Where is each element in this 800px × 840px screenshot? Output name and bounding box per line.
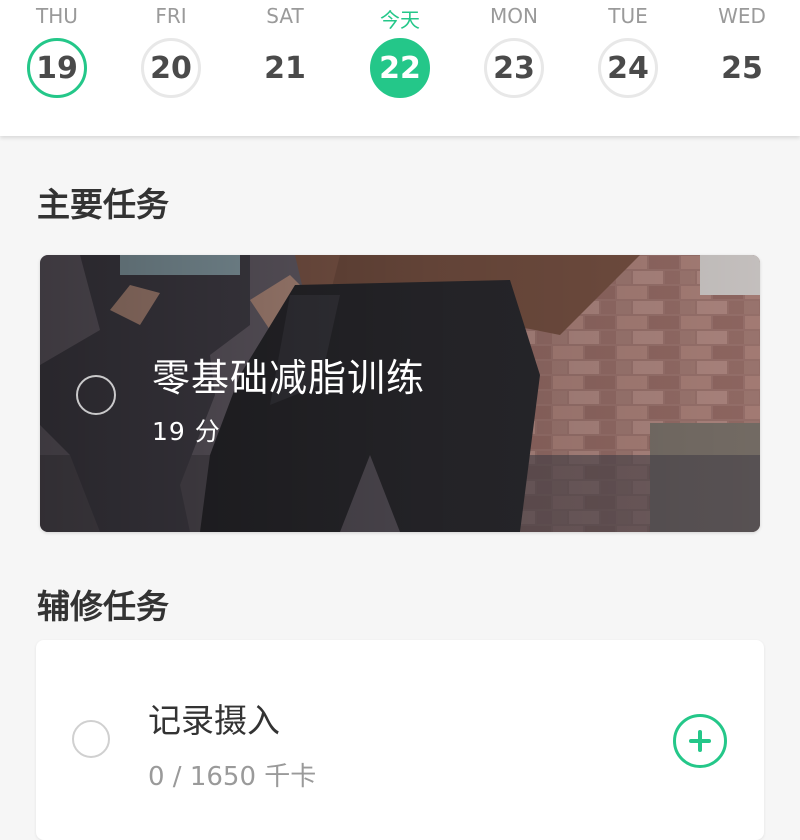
day-date: 19 xyxy=(27,38,87,98)
week-date-strip: THU 19 FRI 20 SAT 21 今天 22 MON 23 TUE 24… xyxy=(0,0,800,136)
sub-task-progress: 0 / 1650 千卡 xyxy=(148,762,317,792)
main-task-card[interactable]: 零基础减脂训练 19 分 xyxy=(40,255,760,532)
day-fri[interactable]: FRI 20 xyxy=(121,0,221,136)
day-label: 今天 xyxy=(380,8,420,32)
main-section-title: 主要任务 xyxy=(37,185,169,224)
circle-check-icon[interactable] xyxy=(76,375,116,415)
day-date: 20 xyxy=(141,38,201,98)
day-date: 22 xyxy=(370,38,430,98)
plus-circle-icon[interactable] xyxy=(673,714,727,768)
day-sat[interactable]: SAT 21 xyxy=(235,0,335,136)
day-wed[interactable]: WED 25 xyxy=(692,0,792,136)
sub-task-card[interactable]: 记录摄入 0 / 1650 千卡 xyxy=(36,640,764,840)
day-thu[interactable]: THU 19 xyxy=(7,0,107,136)
day-mon[interactable]: MON 23 xyxy=(464,0,564,136)
day-date: 25 xyxy=(721,50,763,86)
day-label: TUE xyxy=(608,4,648,28)
day-label: MON xyxy=(490,4,538,28)
main-task-duration: 19 分 xyxy=(152,417,221,446)
day-today[interactable]: 今天 22 xyxy=(350,0,450,136)
day-label: THU xyxy=(36,4,78,28)
day-label: FRI xyxy=(155,4,187,28)
circle-check-icon[interactable] xyxy=(72,720,110,758)
sub-section-title: 辅修任务 xyxy=(37,587,169,626)
day-date: 24 xyxy=(598,38,658,98)
day-date: 21 xyxy=(264,50,306,86)
sub-task-name: 记录摄入 xyxy=(148,701,280,740)
day-label: WED xyxy=(718,4,766,28)
day-date: 23 xyxy=(484,38,544,98)
main-task-name: 零基础减脂训练 xyxy=(152,356,426,400)
day-label: SAT xyxy=(266,4,304,28)
day-tue[interactable]: TUE 24 xyxy=(578,0,678,136)
